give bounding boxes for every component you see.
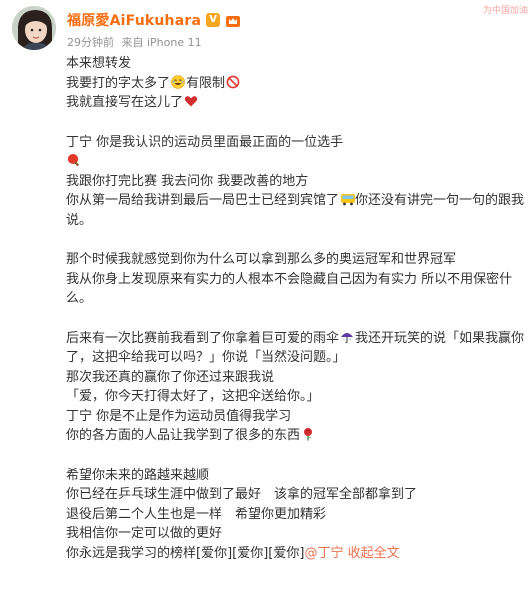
prohibited-icon: [226, 75, 240, 89]
text-line: 退役后第二个人生也是一样 希望你更加精彩: [66, 506, 327, 522]
verified-badge-icon[interactable]: V: [206, 13, 221, 27]
corner-decoration: 为中国加油: [482, 6, 528, 16]
post-body: 本来想转发 我要打的字太多了 有限制 我就直接写在这儿了 丁宁 你是我认识的运动员…: [66, 54, 525, 563]
text-line: 了，这把伞给我可以吗？」你说「当然没问题。」: [66, 350, 346, 365]
vip-crown-icon[interactable]: [225, 13, 241, 27]
text-line: 本来想转发: [66, 56, 132, 71]
text-line: 希望你未来的路越来越顺: [66, 467, 210, 483]
text-line: 你已经在乒乓球生涯中做到了最好 该拿的冠军全部都拿到了: [66, 487, 418, 502]
mention-link[interactable]: @丁宁: [304, 546, 343, 561]
text-line: 你永远是我学习的榜样[爱你][爱你][爱你]@丁宁 收起全文: [66, 545, 400, 561]
text-line: 我从你身上发现原来有实力的人根本不会隐藏自己因为有实力 所以不用保密什: [66, 271, 513, 287]
bus-icon: [340, 192, 356, 206]
text-line: 我相信你一定可以做的更好: [66, 526, 223, 541]
post-source: 来自 iPhone 11: [121, 36, 202, 49]
ping-pong-paddle-icon: [67, 153, 81, 167]
post-time[interactable]: 29分钟前: [67, 36, 114, 49]
text-line: 丁宁 你是不止是作为运动员值得我学习: [66, 408, 292, 424]
text-line: 后来有一次比赛前我看到了你拿着巨可爱的雨伞 我还开玩笑的说「如果我赢你: [66, 330, 525, 346]
rose-icon: [301, 427, 315, 441]
username-link[interactable]: 福原愛AiFukuhara: [67, 10, 201, 30]
umbrella-icon: [340, 330, 354, 344]
text-line: 我就直接写在这儿了: [66, 93, 518, 113]
text-line: 那个时候我就感觉到你为什么可以拿到那么多的奥运冠军和世界冠军: [66, 252, 457, 267]
text-line: 你从第一局给我讲到最后一局巴士已经到宾馆了 你还没有讲完一句一句的跟我: [66, 192, 525, 208]
text-line: 你的各方面的人品让我学到了很多的东西: [66, 426, 518, 446]
text-line: 那次我还真的赢你了你还过来跟我说: [66, 369, 275, 385]
post-header: 福原愛AiFukuhara V 29分钟前 来自 iPhone 11 为中国加油: [0, 0, 532, 56]
red-heart-icon: [184, 94, 198, 108]
laugh-emoji-icon: [171, 74, 185, 89]
text-line: 我要打的字太多了 有限制: [66, 74, 518, 94]
text-line: 丁宁 你是我认识的运动员里面最正面的一位选手: [66, 134, 344, 150]
text-line: 么。: [66, 291, 93, 306]
text-line: 说。: [66, 212, 93, 228]
avatar[interactable]: [12, 6, 56, 50]
collapse-text-link[interactable]: 收起全文: [348, 546, 400, 561]
post-meta: 29分钟前 来自 iPhone 11: [67, 34, 206, 50]
text-line: [66, 152, 518, 172]
text-line: 我跟你打完比赛 我去问你 我要改善的地方: [66, 173, 309, 189]
text-line: 「爱，你今天打得太好了，这把伞送给你。」: [66, 389, 320, 404]
